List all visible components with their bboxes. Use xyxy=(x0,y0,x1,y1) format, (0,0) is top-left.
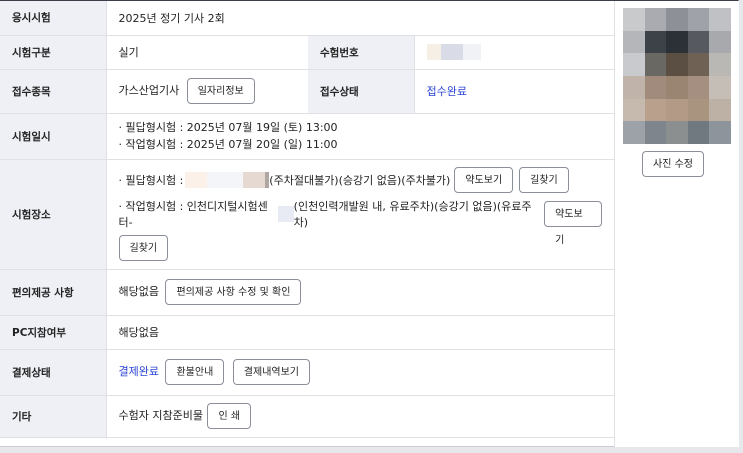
photo-pixel xyxy=(709,30,731,54)
row-pc-participation: PC지참여부 해당없음 xyxy=(0,315,615,350)
practical-exam-datetime: · 작업형시험 : 2025년 07월 20일 (일) 11:00 xyxy=(118,138,338,151)
photo-pixel xyxy=(644,98,667,122)
value-pc-participation: 해당없음 xyxy=(106,315,615,350)
print-button[interactable]: 인 쇄 xyxy=(207,403,252,429)
photo-pixel xyxy=(623,30,645,54)
photo-pixel xyxy=(709,75,731,99)
label-payment-status: 결제상태 xyxy=(0,349,107,396)
photo-pixel xyxy=(666,53,688,76)
label-pc-participation: PC지참여부 xyxy=(0,315,107,350)
photo-pixel xyxy=(687,75,710,99)
label-accommodation: 편의제공 사항 xyxy=(0,269,107,316)
row-exam-venue: 시험장소 · 필답형시험 : (주차절대불가)(승강기 없음)(주차불가) 약도… xyxy=(0,159,615,270)
refund-info-button[interactable]: 환불안내 xyxy=(165,359,225,385)
written-exam-datetime: · 필답형시험 : 2025년 07월 19일 (토) 13:00 xyxy=(118,121,338,134)
label-reg-category: 접수종목 xyxy=(0,69,107,114)
practical-venue-line: · 작업형시험 : 인천디지털시험센터- (인천인력개발원 내, 유료주차)(승… xyxy=(119,196,603,246)
value-reg-category: 가스산업기사 xyxy=(118,84,180,97)
label-exam-session: 응시시험 xyxy=(0,1,107,36)
photo-pixel xyxy=(709,121,731,144)
photo-pixel xyxy=(687,121,710,144)
written-venue-line: · 필답형시험 : (주차절대불가)(승강기 없음)(주차불가) 약도보기 길찾… xyxy=(119,164,603,196)
written-map-button[interactable]: 약도보기 xyxy=(454,167,514,193)
photo-pixel xyxy=(687,8,710,31)
label-exam-datetime: 시험일시 xyxy=(0,113,107,160)
written-route-button[interactable]: 길찾기 xyxy=(519,167,569,193)
photo-pixel xyxy=(623,75,645,99)
edit-photo-button[interactable]: 사진 수정 xyxy=(642,151,704,177)
edit-accommodation-button[interactable]: 편의제공 사항 수정 및 확인 xyxy=(165,279,302,305)
label-other: 기타 xyxy=(0,395,107,438)
label-exam-type: 시험구분 xyxy=(0,35,107,70)
value-accommodation: 해당없음 xyxy=(118,285,159,298)
practical-route-button[interactable]: 길찾기 xyxy=(118,235,169,261)
photo-pixel xyxy=(666,98,688,122)
exam-info-table: 응시시험 2025년 정기 기사 2회 시험구분 실기 수험번호 접수종목 가스… xyxy=(0,1,615,438)
photo-pixel xyxy=(623,98,645,122)
row-exam-session: 응시시험 2025년 정기 기사 2회 xyxy=(0,1,615,36)
photo-pixel xyxy=(623,8,645,31)
row-accommodation: 편의제공 사항 해당없음 편의제공 사항 수정 및 확인 xyxy=(0,269,615,316)
photo-pixel xyxy=(623,53,645,76)
photo-pixel xyxy=(687,98,710,122)
row-exam-type: 시험구분 실기 수험번호 xyxy=(0,35,615,70)
photo-pixel xyxy=(644,121,667,144)
value-exam-session: 2025년 정기 기사 2회 xyxy=(106,1,615,36)
photo-pixel xyxy=(666,121,688,144)
row-exam-datetime: 시험일시 · 필답형시험 : 2025년 07월 19일 (토) 13:00 ·… xyxy=(0,113,615,160)
photo-pixel xyxy=(623,121,645,144)
practical-map-button[interactable]: 약도보기 xyxy=(544,201,603,246)
label-exam-number: 수험번호 xyxy=(308,35,415,70)
row-registration: 접수종목 가스산업기사 일자리정보 접수상태 접수완료 xyxy=(0,69,615,114)
value-reg-status: 접수완료 xyxy=(414,69,615,114)
exam-info-panel: 응시시험 2025년 정기 기사 2회 시험구분 실기 수험번호 접수종목 가스… xyxy=(0,0,739,447)
photo-pixel xyxy=(644,30,667,54)
photo-pixel xyxy=(666,75,688,99)
payment-history-button[interactable]: 결제내역보기 xyxy=(232,359,310,385)
photo-pixel xyxy=(687,30,710,54)
photo-pixel xyxy=(666,30,688,54)
photo-pixel xyxy=(709,8,731,31)
photo-pixel xyxy=(709,98,731,122)
row-payment-status: 결제상태 결제완료 환불안내 결제내역보기 xyxy=(0,349,615,396)
label-exam-venue: 시험장소 xyxy=(0,159,107,270)
applicant-photo xyxy=(623,8,731,144)
photo-pixel xyxy=(644,8,667,31)
value-exam-number-redacted xyxy=(414,35,615,70)
value-exam-type: 실기 xyxy=(106,35,308,70)
label-reg-status: 접수상태 xyxy=(308,69,415,114)
photo-pixel xyxy=(644,75,667,99)
row-other: 기타 수험자 지참준비물 인 쇄 xyxy=(0,395,615,438)
photo-panel: 사진 수정 xyxy=(614,1,739,447)
photo-pixel xyxy=(644,53,667,76)
value-payment-status: 결제완료 xyxy=(118,365,159,378)
job-info-button[interactable]: 일자리정보 xyxy=(186,78,255,104)
photo-pixel xyxy=(666,8,688,31)
photo-pixel xyxy=(709,53,731,76)
photo-pixel xyxy=(687,53,710,76)
value-other: 수험자 지참준비물 xyxy=(118,409,203,422)
